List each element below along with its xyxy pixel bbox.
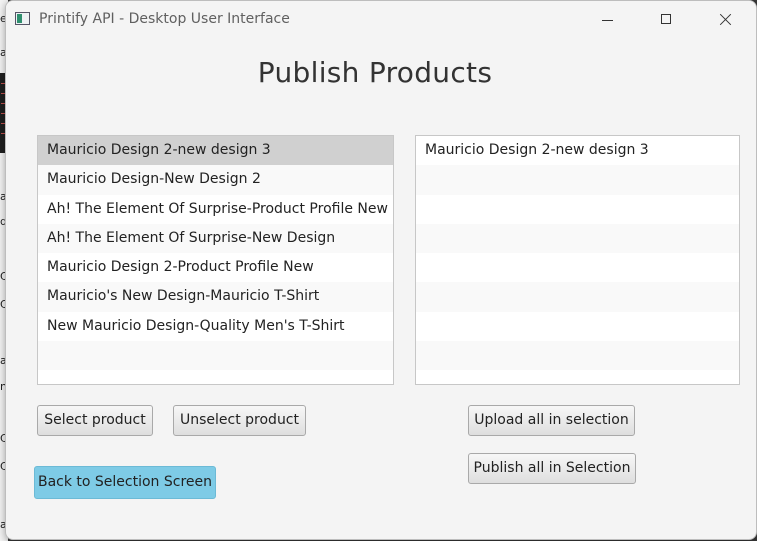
list-item-empty bbox=[416, 194, 739, 224]
list-item-empty bbox=[416, 282, 739, 312]
list-item-empty bbox=[38, 370, 393, 384]
list-item-empty bbox=[38, 341, 393, 371]
list-item[interactable]: Mauricio Design 2-Product Profile New bbox=[38, 253, 393, 283]
maximize-icon[interactable] bbox=[643, 6, 689, 34]
list-item-empty bbox=[416, 370, 739, 384]
page-title: Publish Products bbox=[257, 56, 493, 89]
list-item-empty bbox=[416, 223, 739, 254]
title-bar[interactable]: Printify API - Desktop User Interface bbox=[6, 1, 756, 38]
close-icon[interactable] bbox=[702, 6, 748, 34]
list-item[interactable]: Mauricio Design 2-new design 3 bbox=[38, 136, 393, 166]
available-products-list[interactable]: Mauricio Design 2-new design 3 Mauricio … bbox=[37, 135, 394, 385]
upload-all-button[interactable]: Upload all in selection bbox=[468, 405, 635, 436]
window-title: Printify API - Desktop User Interface bbox=[39, 11, 290, 27]
list-item[interactable]: Mauricio Design 2-new design 3 bbox=[416, 136, 739, 166]
publish-all-button[interactable]: Publish all in Selection bbox=[468, 453, 636, 484]
select-product-button[interactable]: Select product bbox=[37, 405, 153, 436]
app-icon bbox=[15, 12, 30, 25]
list-item[interactable]: Mauricio's New Design-Mauricio T-Shirt bbox=[38, 282, 393, 312]
app-window: Printify API - Desktop User Interface Pu… bbox=[5, 0, 757, 540]
list-item[interactable]: Mauricio Design-New Design 2 bbox=[38, 165, 393, 195]
list-item-empty bbox=[416, 165, 739, 195]
list-item-empty bbox=[416, 253, 739, 283]
list-item[interactable]: Ah! The Element Of Surprise-Product Prof… bbox=[38, 194, 393, 224]
list-item[interactable]: Ah! The Element Of Surprise-New Design bbox=[38, 223, 393, 254]
selected-products-list[interactable]: Mauricio Design 2-new design 3 bbox=[415, 135, 740, 385]
minimize-icon[interactable] bbox=[584, 6, 630, 34]
list-item[interactable]: New Mauricio Design-Quality Men's T-Shir… bbox=[38, 311, 393, 342]
list-item-empty bbox=[416, 341, 739, 371]
list-item-empty bbox=[416, 311, 739, 342]
back-to-selection-button[interactable]: Back to Selection Screen bbox=[34, 466, 216, 499]
unselect-product-button[interactable]: Unselect product bbox=[173, 405, 306, 436]
